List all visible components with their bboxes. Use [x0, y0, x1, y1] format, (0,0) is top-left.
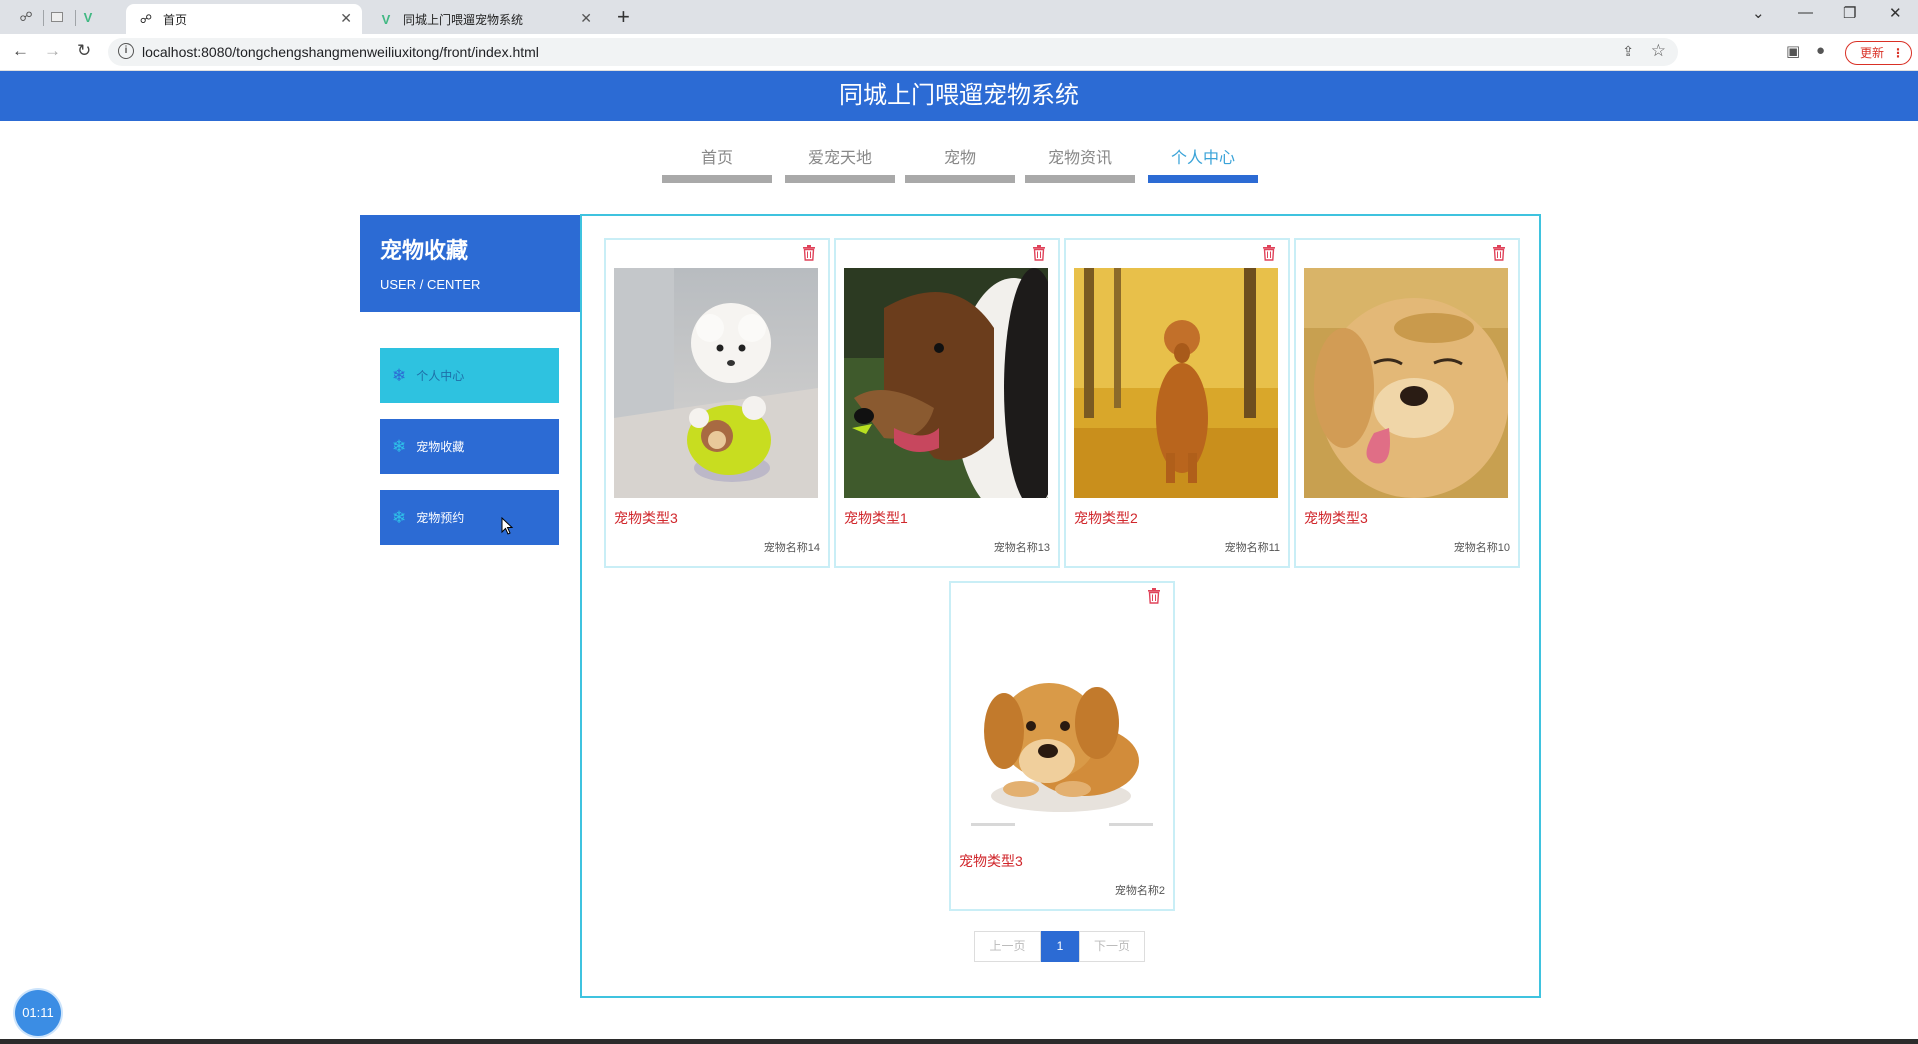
mouse-cursor-icon: [501, 517, 514, 535]
nav-label: 爱宠天地: [807, 150, 872, 167]
pet-type: 宠物类型3: [614, 510, 678, 526]
pet-name: 宠物名称2: [1114, 885, 1165, 897]
profile-avatar-icon[interactable]: ●: [1816, 42, 1825, 59]
tab-title: 首页: [163, 12, 188, 27]
nav-item-user-center[interactable]: 个人中心: [1148, 140, 1258, 185]
snowflake-icon: ❄: [392, 436, 407, 456]
pet-card[interactable]: 宠物类型1 宠物名称13: [834, 238, 1060, 568]
pet-type: 宠物类型2: [1074, 510, 1138, 526]
golden-retriever-closeup-photo[interactable]: [1304, 268, 1508, 498]
back-icon[interactable]: ←: [12, 41, 29, 61]
nav-item-home[interactable]: 首页: [662, 140, 772, 185]
site-title: 同城上门喂遛宠物系统: [839, 82, 1079, 109]
restore-icon[interactable]: ❐: [1843, 4, 1856, 22]
golden-puppy-photo[interactable]: [959, 611, 1163, 841]
sidebar-item-reservations[interactable]: ❄ 宠物预约: [380, 490, 559, 545]
sidebar-subtitle: USER / CENTER: [380, 277, 481, 292]
pet-type: 宠物类型3: [1304, 510, 1368, 526]
snowflake-icon: ❄: [392, 365, 407, 385]
pet-name: 宠物名称10: [1453, 542, 1510, 554]
vue-icon: V: [381, 11, 391, 27]
menu-dots-icon: ⋮: [1892, 46, 1904, 60]
sidebar-item-label: 个人中心: [416, 369, 465, 383]
browser-tab-system[interactable]: V 同城上门喂遛宠物系统 ✕: [366, 4, 602, 34]
snowflake-icon: ❄: [392, 507, 407, 527]
pet-type: 宠物类型3: [959, 853, 1023, 869]
main-nav: 首页 爱宠天地 宠物 宠物资讯 个人中心: [0, 140, 1918, 185]
browser-tab-strip: ☍ V ☍ 首页 ✕ V 同城上门喂遛宠物系统 ✕ + ⌄ — ❐ ✕: [0, 0, 1918, 34]
minimize-icon[interactable]: —: [1798, 4, 1813, 21]
browser-toolbar: ← → ↻ i localhost:8080/tongchengshangmen…: [0, 34, 1918, 71]
browser-tab-home[interactable]: ☍ 首页 ✕: [126, 4, 362, 34]
pet-card[interactable]: 宠物类型3 宠物名称2: [949, 581, 1175, 911]
forward-icon[interactable]: →: [44, 41, 61, 61]
favorites-panel: 宠物类型3 宠物名称14 宠物类型1 宠物名称13 宠物类型2 宠物名称11 宠…: [580, 214, 1541, 998]
delete-trash-icon[interactable]: [1147, 588, 1161, 604]
pet-card[interactable]: 宠物类型2 宠物名称11: [1064, 238, 1290, 568]
site-info-icon[interactable]: i: [118, 43, 134, 59]
tab-title: 同城上门喂遛宠物系统: [403, 12, 524, 27]
pet-type: 宠物类型1: [844, 510, 908, 526]
sidebar-header: 宠物收藏 USER / CENTER: [360, 215, 580, 312]
site-header: 同城上门喂遛宠物系统: [0, 71, 1918, 121]
nav-label: 宠物: [943, 150, 976, 167]
share-icon[interactable]: ⇪: [1622, 43, 1634, 60]
delete-trash-icon[interactable]: [1492, 245, 1506, 261]
sidebar-item-favorites[interactable]: ❄ 宠物收藏: [380, 419, 559, 474]
delete-trash-icon[interactable]: [1032, 245, 1046, 261]
delete-trash-icon[interactable]: [1262, 245, 1276, 261]
pet-card[interactable]: 宠物类型3 宠物名称10: [1294, 238, 1520, 568]
pet-name: 宠物名称13: [993, 542, 1050, 554]
pet-card[interactable]: 宠物类型3 宠物名称14: [604, 238, 830, 568]
reload-icon[interactable]: ↻: [77, 41, 91, 61]
tab-search-icon[interactable]: ⌄: [1752, 4, 1765, 22]
pinned-tab-vue-icon[interactable]: V: [79, 8, 97, 26]
page-1-button[interactable]: 1: [1041, 931, 1079, 962]
sidebar-title: 宠物收藏: [380, 238, 469, 263]
prev-page-button[interactable]: 上一页: [974, 931, 1041, 962]
close-tab-icon[interactable]: ✕: [580, 10, 592, 27]
recording-timer-badge[interactable]: 01:11: [15, 990, 61, 1036]
close-tab-icon[interactable]: ✕: [340, 10, 352, 27]
nav-label: 首页: [700, 150, 733, 167]
nav-item-pets[interactable]: 宠物: [905, 140, 1015, 185]
sidebar-item-label: 宠物预约: [416, 511, 465, 525]
pagination: 上一页 1 下一页: [974, 931, 1145, 962]
nav-item-pet-news[interactable]: 宠物资讯: [1025, 140, 1135, 185]
side-panel-icon[interactable]: ▣: [1786, 42, 1800, 60]
taskbar-edge: [0, 1039, 1918, 1044]
update-button[interactable]: 更新 ⋮: [1845, 41, 1912, 65]
delete-trash-icon[interactable]: [802, 245, 816, 261]
pet-name: 宠物名称14: [763, 542, 820, 554]
pinned-tab-globe-icon[interactable]: ☍: [17, 8, 35, 26]
nav-label: 个人中心: [1170, 150, 1235, 167]
new-tab-button[interactable]: +: [617, 4, 630, 30]
url-text[interactable]: localhost:8080/tongchengshangmenweiliuxi…: [142, 44, 539, 60]
pinned-tab-blank-icon[interactable]: [48, 8, 66, 26]
address-bar[interactable]: i localhost:8080/tongchengshangmenweiliu…: [108, 38, 1678, 66]
close-window-icon[interactable]: ✕: [1889, 4, 1902, 22]
pet-name: 宠物名称11: [1224, 542, 1280, 554]
nav-label: 宠物资讯: [1047, 150, 1112, 167]
white-poodle-photo[interactable]: [614, 268, 818, 498]
update-label: 更新: [1860, 46, 1885, 60]
sidebar-item-user-center[interactable]: ❄ 个人中心: [380, 348, 559, 403]
golden-retriever-autumn-photo[interactable]: [1074, 268, 1278, 498]
collie-photo[interactable]: [844, 268, 1048, 498]
globe-icon: ☍: [139, 12, 153, 26]
next-page-button[interactable]: 下一页: [1079, 931, 1145, 962]
sidebar-item-label: 宠物收藏: [416, 440, 465, 454]
bookmark-star-icon[interactable]: ☆: [1651, 41, 1666, 61]
nav-item-pet-world[interactable]: 爱宠天地: [785, 140, 895, 185]
